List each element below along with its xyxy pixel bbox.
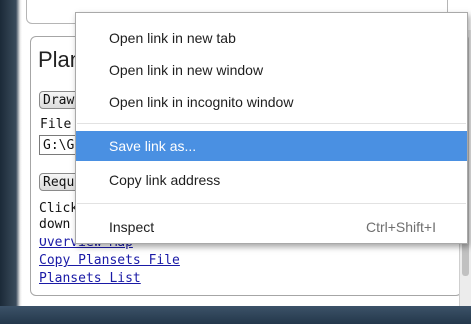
menu-item-copy-link-address[interactable]: Copy link address bbox=[76, 165, 467, 195]
context-menu: Open link in new tab Open link in new wi… bbox=[75, 12, 468, 244]
menu-item-label: Open link in new window bbox=[109, 62, 264, 78]
menu-item-open-new-tab[interactable]: Open link in new tab bbox=[76, 23, 467, 53]
menu-item-save-link-as[interactable]: Save link as... bbox=[76, 131, 467, 161]
plansets-list-link[interactable]: Plansets List bbox=[39, 271, 141, 286]
menu-item-label: Inspect bbox=[109, 219, 155, 235]
copy-plansets-file-link[interactable]: Copy Plansets File bbox=[39, 253, 180, 268]
menu-item-shortcut: Ctrl+Shift+I bbox=[365, 219, 436, 235]
draw-button[interactable]: Draw Plansets bbox=[39, 91, 79, 109]
menu-item-inspect[interactable]: Inspect Ctrl+Shift+I bbox=[76, 212, 467, 242]
file-location-label: File Location bbox=[40, 117, 78, 132]
menu-item-label: Open link in new tab bbox=[109, 30, 236, 46]
bottom-bar bbox=[0, 306, 471, 324]
menu-separator bbox=[77, 203, 466, 204]
window-left-edge bbox=[0, 0, 22, 306]
menu-separator bbox=[77, 123, 466, 124]
menu-item-label: Copy link address bbox=[109, 172, 221, 188]
menu-item-open-new-window[interactable]: Open link in new window bbox=[76, 55, 467, 85]
menu-item-label: Open link in incognito window bbox=[109, 94, 294, 110]
menu-item-label: Save link as... bbox=[109, 138, 197, 154]
menu-item-open-incognito[interactable]: Open link in incognito window bbox=[76, 87, 467, 117]
